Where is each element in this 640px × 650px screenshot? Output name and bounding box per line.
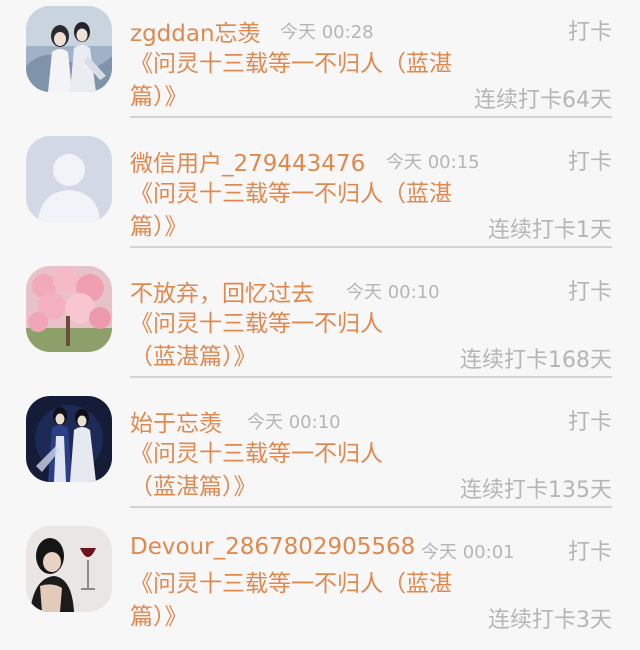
checkin-action[interactable]: 打卡 — [568, 404, 612, 436]
checkin-time: 今天 00:10 — [346, 282, 440, 303]
list-item[interactable]: 不放弃，回忆过去 今天 00:10 打卡 《问灵十三载等一不归人（蓝湛篇）》 连… — [0, 260, 640, 390]
streak-count: 连续打卡64天 — [474, 88, 612, 113]
book-title[interactable]: 《问灵十三载等一不归人（蓝湛篇）》 — [130, 568, 465, 634]
avatar-photo — [26, 396, 112, 482]
default-user-icon — [26, 136, 112, 222]
avatar-photo — [26, 6, 112, 92]
avatar[interactable] — [26, 6, 112, 92]
checkin-action[interactable]: 打卡 — [568, 144, 612, 176]
avatar-photo — [26, 266, 112, 352]
streak-count: 连续打卡3天 — [488, 608, 612, 633]
user-name[interactable]: 始于忘羡 — [130, 404, 222, 438]
divider — [130, 246, 612, 248]
streak-count: 连续打卡135天 — [460, 478, 612, 503]
checkin-action[interactable]: 打卡 — [568, 14, 612, 46]
streak-count: 连续打卡168天 — [460, 348, 612, 373]
list-item[interactable]: zgddan忘羡 今天 00:28 打卡 《问灵十三载等一不归人（蓝湛篇）》 连… — [0, 0, 640, 130]
avatar[interactable] — [26, 136, 112, 222]
user-name[interactable]: zgddan忘羡 — [130, 14, 261, 48]
checkin-list: zgddan忘羡 今天 00:28 打卡 《问灵十三载等一不归人（蓝湛篇）》 连… — [0, 0, 640, 634]
checkin-action[interactable]: 打卡 — [568, 534, 612, 566]
checkin-time: 今天 00:10 — [247, 412, 341, 433]
checkin-time: 今天 00:01 — [421, 542, 515, 563]
avatar-photo — [26, 526, 112, 612]
user-name[interactable]: Devour_2867802905568 — [130, 534, 415, 560]
checkin-time: 今天 00:28 — [280, 22, 374, 43]
user-name[interactable]: 不放弃，回忆过去 — [130, 274, 314, 308]
book-title[interactable]: 《问灵十三载等一不归人（蓝湛篇）》 — [130, 308, 420, 374]
list-item[interactable]: 始于忘羡 今天 00:10 打卡 《问灵十三载等一不归人（蓝湛篇）》 连续打卡1… — [0, 390, 640, 520]
checkin-time: 今天 00:15 — [386, 152, 480, 173]
divider — [130, 376, 612, 378]
avatar[interactable] — [26, 396, 112, 482]
streak-count: 连续打卡1天 — [488, 218, 612, 243]
book-title[interactable]: 《问灵十三载等一不归人（蓝湛篇）》 — [130, 48, 465, 114]
divider — [130, 116, 612, 118]
book-title[interactable]: 《问灵十三载等一不归人（蓝湛篇）》 — [130, 438, 420, 504]
book-title[interactable]: 《问灵十三载等一不归人（蓝湛篇）》 — [130, 178, 465, 244]
user-name[interactable]: 微信用户_279443476 — [130, 144, 365, 178]
checkin-action[interactable]: 打卡 — [568, 274, 612, 306]
avatar[interactable] — [26, 266, 112, 352]
avatar[interactable] — [26, 526, 112, 612]
divider — [130, 506, 612, 508]
list-item[interactable]: 微信用户_279443476 今天 00:15 打卡 《问灵十三载等一不归人（蓝… — [0, 130, 640, 260]
